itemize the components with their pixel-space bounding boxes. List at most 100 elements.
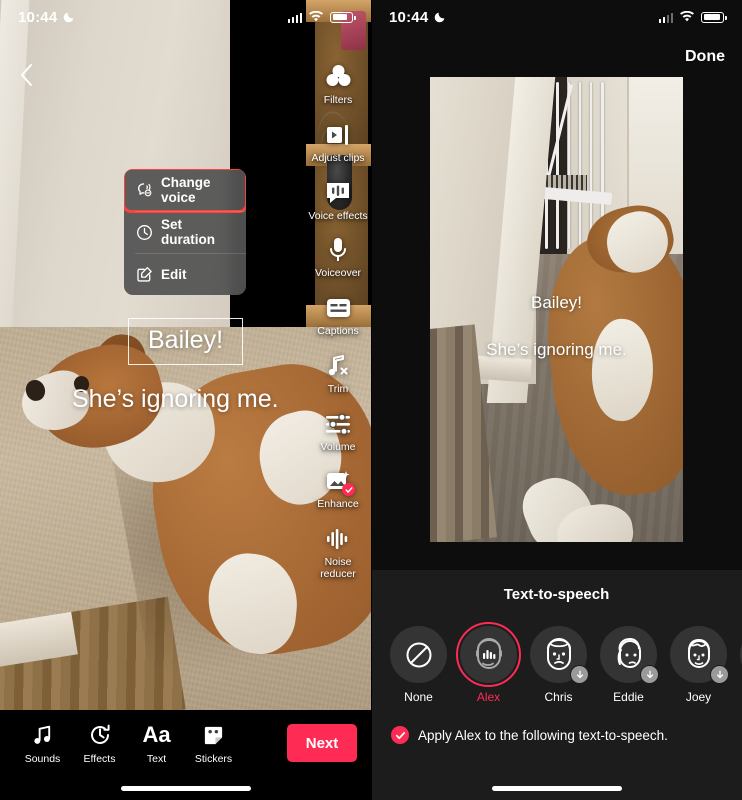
- tool-label: Volume: [320, 440, 356, 453]
- download-badge[interactable]: [570, 665, 589, 684]
- tool-volume[interactable]: Volume: [308, 409, 368, 454]
- menu-item-label: Edit: [161, 266, 187, 282]
- bottom-item-label: Text: [146, 753, 167, 765]
- voice-avatar: [530, 626, 589, 684]
- microphone-icon: [323, 235, 353, 265]
- tool-label: Enhance: [317, 498, 359, 511]
- status-indicators: [287, 11, 356, 23]
- voice-label: Eddie: [613, 690, 644, 704]
- next-button[interactable]: Next: [287, 724, 357, 762]
- captions-icon: [323, 293, 353, 323]
- voice-effects-icon: [323, 178, 353, 208]
- wifi-icon: [309, 11, 323, 22]
- text-overlay-selected[interactable]: Bailey!: [128, 318, 244, 365]
- bottom-item-sounds[interactable]: Sounds: [14, 722, 71, 765]
- text-to-speech-screen: 10:44 Done Bailey! She’s ignoring me. Te…: [371, 0, 742, 800]
- bottom-item-stickers[interactable]: Stickers: [185, 722, 242, 765]
- no-voice-icon: [406, 642, 431, 667]
- done-button[interactable]: Done: [685, 48, 725, 66]
- voice-list[interactable]: None Alex Chris Eddie Joey: [371, 603, 742, 704]
- status-indicators: [658, 11, 727, 23]
- context-menu: Change voice Set duration Edit: [124, 169, 246, 295]
- tool-label: Voiceover: [314, 267, 362, 280]
- voice-avatar: [670, 626, 729, 684]
- download-badge[interactable]: [640, 665, 659, 684]
- voice-label: Joey: [685, 690, 712, 704]
- menu-item-set-duration[interactable]: Set duration: [124, 211, 246, 253]
- tool-label: Trim: [327, 382, 349, 395]
- moon-icon: [435, 12, 445, 22]
- bottom-item-label: Effects: [83, 753, 116, 765]
- tool-adjust-clips[interactable]: Adjust clips: [308, 120, 368, 165]
- tts-panel: Text-to-speech None Alex Chris Eddie Joe…: [371, 570, 742, 800]
- apply-checkbox-row[interactable]: Apply Alex to the following text-to-spee…: [371, 704, 742, 744]
- preview-text-first: Bailey!: [530, 293, 583, 313]
- preview-text-second: She’s ignoring me.: [486, 339, 627, 359]
- menu-item-edit[interactable]: Edit: [124, 253, 246, 295]
- voice-option-none[interactable]: None: [390, 626, 447, 704]
- menu-item-change-voice[interactable]: Change voice: [124, 169, 246, 213]
- voice-label: Alex: [476, 690, 501, 704]
- tool-captions[interactable]: Captions: [308, 293, 368, 338]
- voice-avatar: [456, 622, 521, 687]
- voice-option-chris[interactable]: Chris: [530, 626, 589, 704]
- signal-icon: [658, 12, 673, 23]
- download-badge[interactable]: [710, 665, 729, 684]
- pencil-square-icon: [135, 265, 153, 283]
- bottom-item-effects[interactable]: Effects: [71, 722, 128, 765]
- music-note-icon: [31, 722, 54, 748]
- voice-label: None: [404, 690, 433, 704]
- voice-label: Chris: [544, 690, 573, 704]
- moon-icon: [64, 12, 74, 22]
- status-time: 10:44: [389, 8, 429, 26]
- check-badge: [342, 483, 355, 497]
- tool-label: Noise reducer: [320, 556, 356, 580]
- battery-icon: [701, 11, 727, 23]
- tool-label: Captions: [317, 325, 359, 337]
- filters-icon: [323, 62, 353, 92]
- tool-noise-reducer[interactable]: Noise reducer: [308, 524, 368, 581]
- adjust-clips-icon: [323, 120, 353, 150]
- voice-avatar: [390, 626, 447, 683]
- text-overlay-second[interactable]: She’s ignoring me.: [72, 385, 279, 414]
- status-bar: 10:44: [0, 0, 371, 34]
- female-face-icon: [617, 637, 641, 668]
- clock-icon: [135, 223, 153, 241]
- alex-waveform-face-icon: [475, 637, 502, 669]
- tts-title: Text-to-speech: [503, 586, 610, 603]
- bottom-item-label: Sounds: [24, 753, 61, 765]
- tool-label: Voice effects: [308, 209, 368, 222]
- change-voice-icon: [135, 181, 153, 199]
- volume-sliders-icon: [323, 409, 353, 439]
- tool-sidebar: Filters Adjust clips Voice effects Voice…: [307, 62, 369, 581]
- menu-item-label: Change voice: [161, 175, 211, 205]
- status-time-group: 10:44: [18, 9, 75, 26]
- tool-filters[interactable]: Filters: [308, 62, 368, 107]
- apply-checkbox[interactable]: [391, 726, 409, 744]
- status-time-group: 10:44: [389, 9, 446, 26]
- signal-icon: [287, 12, 302, 23]
- tool-label: Filters: [323, 94, 353, 106]
- voice-option-joey[interactable]: Joey: [670, 626, 729, 704]
- wifi-icon: [680, 11, 694, 22]
- video-preview[interactable]: Bailey! She’s ignoring me.: [430, 77, 683, 542]
- voice-option-alex[interactable]: Alex: [456, 622, 521, 704]
- male-face-icon: [546, 637, 571, 670]
- voice-option-eddie[interactable]: Eddie: [600, 626, 659, 704]
- trim-icon: [323, 351, 353, 381]
- tool-enhance[interactable]: Enhance: [308, 466, 368, 511]
- tool-voiceover[interactable]: Voiceover: [308, 235, 368, 280]
- editor-screen: 10:44 Filters Adjust clips Voice effects…: [0, 0, 371, 800]
- bottom-item-text[interactable]: Aa Text: [128, 722, 185, 766]
- back-button[interactable]: [13, 62, 39, 88]
- battery-icon: [330, 11, 356, 23]
- status-time: 10:44: [18, 8, 58, 26]
- effects-clock-icon: [88, 722, 112, 748]
- male-face-icon: [687, 638, 710, 668]
- tool-voice-effects[interactable]: Voice effects: [308, 178, 368, 223]
- panel-divider: [371, 0, 372, 800]
- text-aa-icon: Aa: [142, 722, 171, 747]
- status-bar: 10:44: [371, 0, 742, 34]
- tool-trim[interactable]: Trim: [308, 351, 368, 396]
- voice-avatar: [600, 626, 659, 684]
